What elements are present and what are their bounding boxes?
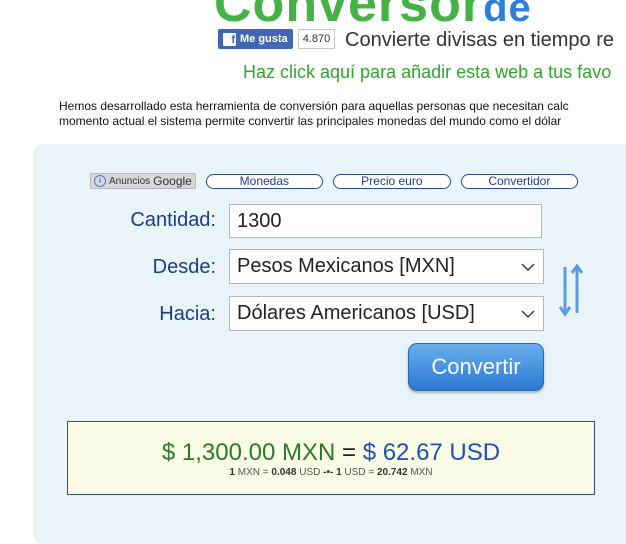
- facebook-f-icon: f: [223, 32, 236, 46]
- ad-links-bar: i Anuncios Google Monedas Precio euro Co…: [90, 173, 578, 189]
- google-ads-badge[interactable]: i Anuncios Google: [90, 173, 196, 189]
- amount-label: Cantidad:: [130, 209, 216, 231]
- result-main-line: $ 1,300.00 MXN = $ 62.67 USD: [68, 439, 594, 467]
- rate1-qty: 1: [229, 467, 235, 478]
- rate2-value: 20.742: [376, 467, 408, 478]
- amount-input[interactable]: 1300: [229, 204, 542, 238]
- intro-line-1: Hemos desarrollado esta herramienta de c…: [59, 99, 569, 113]
- facebook-like-widget: f Me gusta 4.870: [218, 29, 336, 49]
- chevron-down-icon: [521, 310, 535, 318]
- rate2-qty: 1: [336, 467, 342, 478]
- add-favorites-link[interactable]: Haz click aquí para añadir esta web a tu…: [243, 62, 611, 83]
- rate1-to: USD: [299, 467, 321, 478]
- intro-line-2: momento actual el sistema permite conver…: [59, 114, 562, 128]
- rate1-from: MXN: [237, 467, 260, 478]
- rate-separator: -•-: [323, 467, 334, 478]
- info-icon[interactable]: i: [94, 175, 106, 187]
- ad-link-precio-euro[interactable]: Precio euro: [332, 173, 451, 189]
- to-currency-select[interactable]: Dólares Americanos [USD]: [229, 296, 544, 331]
- result-from-amount: $ 1,300.00 MXN: [161, 439, 336, 466]
- result-box: $ 1,300.00 MXN = $ 62.67 USD 1 MXN = 0.0…: [67, 421, 595, 495]
- from-label: Desde:: [152, 256, 216, 278]
- to-currency-value: Dólares Americanos [USD]: [237, 302, 475, 324]
- rate2-eq: =: [368, 467, 375, 478]
- chevron-down-icon: [521, 263, 535, 271]
- facebook-like-label: Me gusta: [240, 33, 288, 45]
- facebook-like-button[interactable]: f Me gusta: [218, 29, 293, 49]
- result-to-amount: $ 62.67 USD: [362, 439, 501, 466]
- facebook-like-count: 4.870: [297, 29, 336, 49]
- google-label: Google: [153, 174, 192, 188]
- from-currency-value: Pesos Mexicanos [MXN]: [237, 255, 455, 277]
- ads-label: Anuncios: [109, 175, 151, 187]
- tagline: Convierte divisas en tiempo re: [345, 29, 615, 51]
- rate2-from: USD: [344, 467, 366, 478]
- rate2-to: MXN: [410, 467, 433, 478]
- from-currency-select[interactable]: Pesos Mexicanos [MXN]: [229, 249, 544, 284]
- result-rate-line: 1 MXN = 0.048 USD -•- 1 USD = 20.742 MXN: [68, 467, 594, 478]
- logo-tail-text: de: [483, 0, 532, 30]
- rate1-eq: =: [262, 467, 269, 478]
- ad-link-convertidor[interactable]: Convertidor: [460, 173, 578, 189]
- to-label: Hacia:: [159, 303, 216, 325]
- convert-button[interactable]: Convertir: [408, 343, 544, 391]
- ad-link-monedas[interactable]: Monedas: [205, 173, 323, 189]
- rate1-value: 0.048: [271, 467, 297, 478]
- swap-arrows-icon[interactable]: [558, 263, 584, 317]
- intro-text: Hemos desarrollado esta herramienta de c…: [59, 99, 569, 129]
- result-equals: =: [342, 439, 357, 466]
